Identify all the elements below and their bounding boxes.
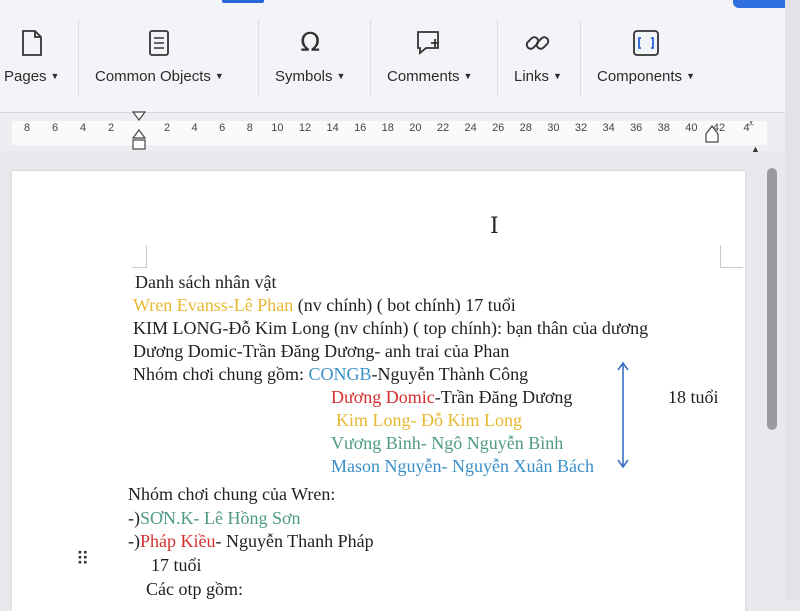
ruler-tick-label: 8 (23, 122, 31, 134)
ruler-tick-label: 28 (519, 122, 532, 134)
member-name: SƠN.K- Lê Hồng Sơn (140, 508, 301, 528)
doc-line-age[interactable]: 17 tuổi (151, 555, 202, 576)
omega-icon: Ω (300, 28, 321, 58)
link-icon (523, 26, 553, 60)
text-cursor-icon: I (490, 214, 499, 239)
ruler-tick-label: 4 (191, 122, 198, 134)
member-name: Pháp Kiều (140, 531, 216, 551)
common-objects-button[interactable]: Common Objects ▼ (95, 26, 224, 96)
ribbon-divider (78, 20, 79, 96)
ribbon-divider (497, 20, 498, 96)
ruler-tick-label: 22 (436, 122, 450, 134)
ruler-tick-label: 16 (354, 122, 367, 134)
active-tab-indicator (222, 0, 264, 3)
margin-corner-marker (720, 245, 743, 268)
doc-line-kimlong[interactable]: KIM LONG-Đỗ Kim Long (nv chính) ( top ch… (133, 318, 648, 339)
member-name: Dương Domic (331, 387, 435, 407)
vertical-scrollbar[interactable] (767, 168, 777, 430)
ruler-toggle-icon[interactable]: ⩡ (748, 118, 754, 131)
doc-line-member[interactable]: Dương Domic-Trần Đăng Dương (331, 387, 572, 408)
ruler-tick-label: 32 (574, 122, 588, 134)
chevron-down-icon: ▼ (336, 71, 346, 81)
chevron-down-icon: ▼ (686, 71, 695, 81)
page-icon (17, 26, 47, 60)
member-desc: -Trần Đăng Dương (434, 387, 573, 407)
symbols-label: Symbols (275, 68, 333, 85)
chevron-down-icon: ▼ (214, 71, 224, 81)
ruler-tick-label: 34 (602, 122, 615, 134)
age-note[interactable]: 18 tuổi (668, 387, 719, 408)
drag-handle-icon[interactable]: ⠿ (76, 550, 89, 568)
member-desc: - Nguyễn Thanh Pháp (215, 531, 374, 551)
ruler-tick-label: 20 (409, 122, 422, 134)
character-desc: (nv chính) ( bot chính) 17 tuổi (293, 295, 516, 315)
doc-line-member[interactable]: Vương Bình- Ngô Nguyễn Bình (331, 433, 563, 454)
bullet-prefix: -) (128, 531, 140, 551)
doc-heading[interactable]: Danh sách nhân vật (135, 272, 276, 293)
ruler-tick-label: 12 (298, 122, 312, 134)
ruler-tick-label: 18 (381, 122, 394, 134)
doc-line-wren-group[interactable]: Nhóm chơi chung của Wren: (128, 484, 335, 505)
ruler-tick-label: 30 (547, 122, 560, 134)
ribbon-divider (580, 20, 581, 96)
chevron-down-icon: ▼ (553, 71, 562, 81)
ruler-tick-label: 6 (51, 122, 59, 134)
member-name: CONGB (308, 364, 372, 384)
components-label: Components (597, 68, 683, 85)
symbols-button[interactable]: Ω Symbols ▼ (275, 26, 345, 96)
comments-button[interactable]: Comments ▼ (387, 26, 472, 96)
chevron-down-icon: ▼ (463, 71, 473, 81)
components-button[interactable]: Components ▼ (597, 26, 695, 96)
doc-line-member[interactable]: Kim Long- Đỗ Kim Long (336, 410, 522, 431)
scroll-up-icon[interactable]: ▲ (751, 144, 760, 154)
margin-corner-marker (132, 245, 147, 268)
ruler-tick-label: 38 (657, 122, 670, 134)
ruler-tick-label: 2 (163, 122, 171, 134)
doc-line-otp[interactable]: Các otp gồm: (146, 579, 243, 600)
doc-line-wren-member[interactable]: -)SƠN.K- Lê Hồng Sơn (128, 508, 301, 529)
links-label: Links (514, 68, 550, 85)
indent-marker-icon[interactable] (131, 110, 147, 157)
doc-line-group[interactable]: Nhóm chơi chung gồm: CONGB-Nguyễn Thành … (133, 364, 528, 385)
member-desc: -Nguyễn Thành Công (371, 364, 529, 384)
doc-line-duong[interactable]: Dương Domic-Trần Đăng Dương- anh trai củ… (133, 341, 509, 362)
side-panel-edge (785, 0, 800, 600)
comments-label: Comments (387, 68, 460, 85)
ribbon-divider (258, 20, 259, 96)
ruler-tick-label: 36 (630, 122, 643, 134)
comment-add-icon (415, 26, 445, 60)
doc-line-member[interactable]: Mason Nguyễn- Nguyễn Xuân Bách (331, 456, 594, 477)
ruler-tick-label: 14 (326, 122, 339, 134)
ruler-tick-label: 2 (107, 122, 115, 134)
ruler-tick-label: 4 (743, 122, 750, 134)
pages-label: Pages (4, 68, 47, 85)
ribbon-divider (370, 20, 371, 96)
ruler-tick-label: 10 (271, 122, 284, 134)
double-arrow-shape[interactable] (612, 360, 634, 472)
ruler-tick-label: 26 (492, 122, 505, 134)
ruler-tick-label: 40 (685, 122, 698, 134)
bullet-prefix: -) (128, 508, 140, 528)
links-button[interactable]: Links ▼ (514, 26, 562, 96)
chevron-down-icon: ▼ (50, 71, 60, 81)
pages-button[interactable]: Pages ▼ (4, 26, 59, 96)
component-icon (631, 26, 661, 60)
ruler-tick-label: 8 (246, 122, 253, 134)
right-indent-marker-icon[interactable] (705, 124, 719, 149)
character-name: Wren Evanss-Lê Phan (133, 295, 294, 315)
ruler-tick-label: 6 (219, 122, 226, 134)
list-doc-icon (144, 26, 174, 60)
doc-line-wren[interactable]: Wren Evanss-Lê Phan (nv chính) ( bot chí… (133, 295, 516, 316)
group-label: Nhóm chơi chung gồm: (133, 364, 309, 384)
ruler-tick-label: 24 (464, 122, 477, 134)
common-objects-label: Common Objects (95, 68, 211, 85)
ruler-tick-label: 4 (79, 122, 87, 134)
doc-line-wren-member[interactable]: -)Pháp Kiều- Nguyễn Thanh Pháp (128, 531, 374, 552)
